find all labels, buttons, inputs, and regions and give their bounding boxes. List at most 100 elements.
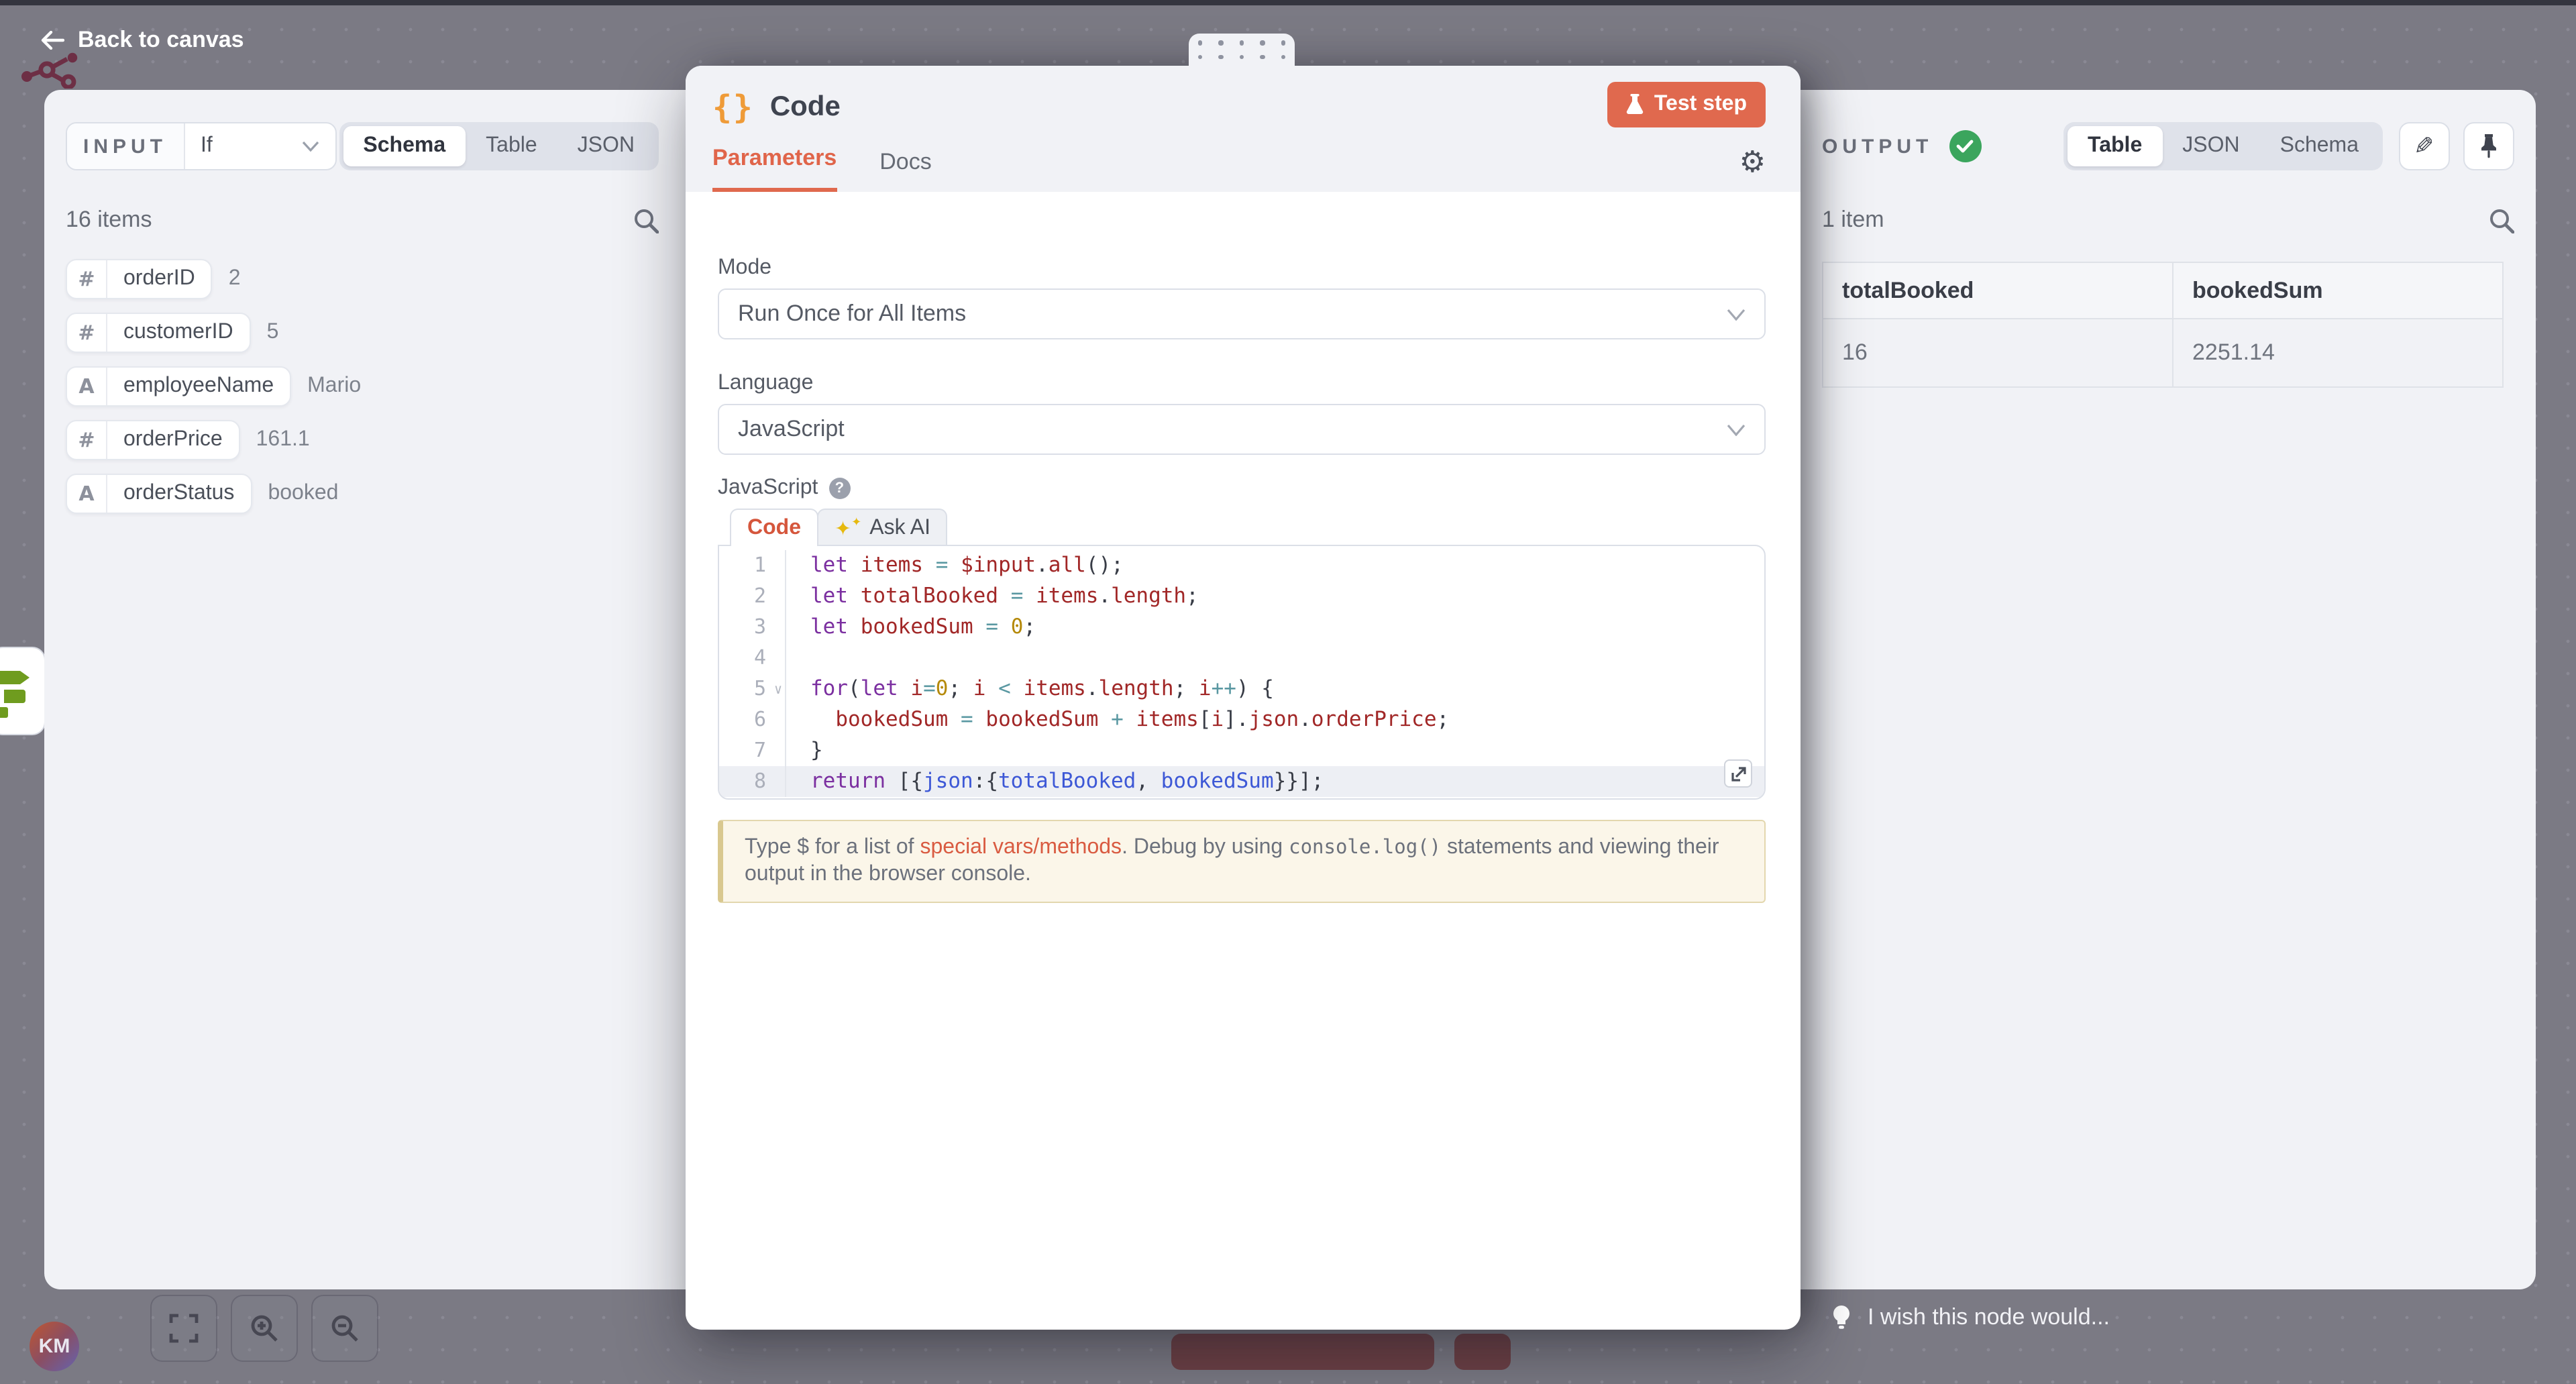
- drag-dots-icon: [1198, 40, 1286, 59]
- mode-select[interactable]: Run Once for All Items: [718, 288, 1766, 339]
- modal-drag-handle[interactable]: [1189, 34, 1295, 66]
- language-label: Language: [718, 372, 1766, 396]
- node-feedback-button[interactable]: I wish this node would...: [1831, 1304, 2110, 1331]
- output-tab-schema[interactable]: Schema: [2260, 126, 2379, 166]
- output-panel: OUTPUT TableJSONSchema ✎ 1 item: [1801, 90, 2536, 1289]
- editor-tab-bar: Code ✦✦ Ask AI: [730, 509, 1766, 546]
- output-col-bookedSum: bookedSum: [2173, 262, 2503, 319]
- line-number: 4: [719, 643, 786, 674]
- schema-field-name: orderPrice: [107, 421, 239, 459]
- schema-field-name: orderStatus: [107, 475, 250, 513]
- user-avatar[interactable]: KM: [30, 1322, 79, 1371]
- javascript-label: JavaScript ?: [718, 476, 1766, 500]
- sparkles-icon: ✦✦: [835, 516, 861, 540]
- input-tab-schema[interactable]: Schema: [343, 126, 466, 166]
- if-node-icon[interactable]: [0, 647, 46, 735]
- schema-field-pill[interactable]: #customerID: [66, 313, 251, 353]
- input-label: INPUT: [67, 123, 184, 169]
- expand-editor-button[interactable]: [1724, 759, 1752, 788]
- code-line-5[interactable]: 5∨for(let i=0; i < items.length; i++) {: [719, 674, 1764, 704]
- node-settings-gear-icon[interactable]: ⚙: [1739, 149, 1766, 178]
- special-vars-link[interactable]: special vars/methods: [920, 836, 1122, 859]
- app-root: Back to canvas: [0, 0, 2576, 1384]
- output-panel-header: OUTPUT TableJSONSchema ✎: [1822, 122, 2514, 170]
- test-step-button[interactable]: Test step: [1607, 82, 1766, 127]
- zoom-in-button[interactable]: [231, 1295, 298, 1362]
- schema-field-pill[interactable]: AemployeeName: [66, 366, 291, 407]
- output-success-icon: [1949, 130, 1981, 162]
- tab-docs[interactable]: Docs: [879, 149, 931, 192]
- back-to-canvas-label: Back to canvas: [78, 27, 244, 54]
- n8n-logo: [19, 48, 89, 89]
- output-items-row: 1 item: [1822, 205, 2514, 235]
- chevron-down-icon: [1727, 308, 1746, 320]
- flask-icon: [1626, 94, 1644, 115]
- code-text: return [{json:{totalBooked, bookedSum}}]…: [786, 766, 1764, 797]
- table-cell: 2251.14: [2173, 319, 2503, 387]
- mode-value: Run Once for All Items: [738, 301, 966, 327]
- schema-field-pill[interactable]: AorderStatus: [66, 474, 252, 514]
- schema-field-value: 161.1: [256, 428, 310, 452]
- output-table-body: 162251.14: [1823, 319, 2503, 387]
- window-top-edge: [0, 0, 2576, 5]
- input-panel: INPUT If SchemaTableJSON 16 items #order…: [44, 90, 686, 1289]
- input-items-count: 16 items: [66, 207, 152, 233]
- mode-label: Mode: [718, 256, 1766, 280]
- zoom-to-fit-icon: [169, 1314, 199, 1343]
- lightbulb-icon: [1831, 1304, 1851, 1331]
- tab-parameters[interactable]: Parameters: [712, 145, 837, 192]
- output-tab-json[interactable]: JSON: [2162, 126, 2259, 166]
- schema-field-value: booked: [268, 482, 338, 506]
- schema-field-pill[interactable]: #orderID: [66, 259, 213, 299]
- edit-output-button[interactable]: ✎: [2399, 122, 2450, 170]
- language-value: JavaScript: [738, 416, 845, 443]
- editor-tab-ask-ai[interactable]: ✦✦ Ask AI: [817, 509, 948, 546]
- schema-field-employeeName: AemployeeName Mario: [66, 366, 659, 407]
- input-view-tabs: SchemaTableJSON: [339, 122, 659, 170]
- editor-tab-code[interactable]: Code: [730, 509, 818, 546]
- input-tab-table[interactable]: Table: [466, 126, 557, 166]
- output-search-icon[interactable]: [2489, 207, 2514, 233]
- output-label: OUTPUT: [1822, 135, 1933, 158]
- zoom-out-button[interactable]: [311, 1295, 378, 1362]
- language-select[interactable]: JavaScript: [718, 404, 1766, 455]
- schema-field-value: 5: [267, 321, 279, 345]
- help-icon[interactable]: ?: [828, 478, 850, 499]
- code-line-7[interactable]: 7}: [719, 735, 1764, 766]
- code-text: let items = $input.all();: [786, 550, 1764, 581]
- zoom-out-icon: [330, 1314, 360, 1343]
- code-node-modal: {} Code Test step Parameters Docs ⚙ Mode: [686, 66, 1801, 1330]
- pin-icon: [2479, 134, 2498, 158]
- output-tab-table[interactable]: Table: [2068, 126, 2162, 166]
- input-items-row: 16 items: [66, 205, 659, 235]
- dimmed-canvas-button: [1454, 1334, 1511, 1370]
- output-col-totalBooked: totalBooked: [1823, 262, 2173, 319]
- code-line-3[interactable]: 3let bookedSum = 0;: [719, 612, 1764, 643]
- fold-chevron-icon[interactable]: ∨: [774, 675, 782, 706]
- dimmed-test-workflow-button: [1171, 1334, 1434, 1370]
- pin-data-button[interactable]: [2463, 122, 2514, 170]
- zoom-to-fit-button[interactable]: [150, 1295, 217, 1362]
- code-line-6[interactable]: 6 bookedSum = bookedSum + items[i].json.…: [719, 704, 1764, 735]
- code-line-4[interactable]: 4: [719, 643, 1764, 674]
- line-number: 8: [719, 766, 786, 797]
- line-number: 1: [719, 550, 786, 581]
- code-editor[interactable]: 1let items = $input.all();2let totalBook…: [718, 545, 1766, 800]
- test-step-label: Test step: [1654, 93, 1747, 117]
- code-line-2[interactable]: 2let totalBooked = items.length;: [719, 581, 1764, 612]
- input-schema-list: #orderID2#customerID5AemployeeNameMario#…: [66, 259, 659, 514]
- input-source-select[interactable]: If: [184, 123, 335, 169]
- code-line-8[interactable]: 8return [{json:{totalBooked, bookedSum}}…: [719, 766, 1764, 797]
- schema-field-orderStatus: AorderStatus booked: [66, 474, 659, 514]
- schema-field-pill[interactable]: #orderPrice: [66, 420, 240, 460]
- input-source-value: If: [201, 134, 213, 158]
- code-text: for(let i=0; i < items.length; i++) {: [786, 674, 1764, 704]
- input-search-icon[interactable]: [633, 207, 659, 233]
- input-tab-json[interactable]: JSON: [557, 126, 655, 166]
- if-node-glyph: [0, 663, 38, 719]
- schema-field-name: employeeName: [107, 368, 290, 405]
- code-line-1[interactable]: 1let items = $input.all();: [719, 550, 1764, 581]
- code-text: }: [786, 735, 1764, 766]
- schema-field-value: Mario: [307, 374, 361, 398]
- input-source-control: INPUT If: [66, 122, 337, 170]
